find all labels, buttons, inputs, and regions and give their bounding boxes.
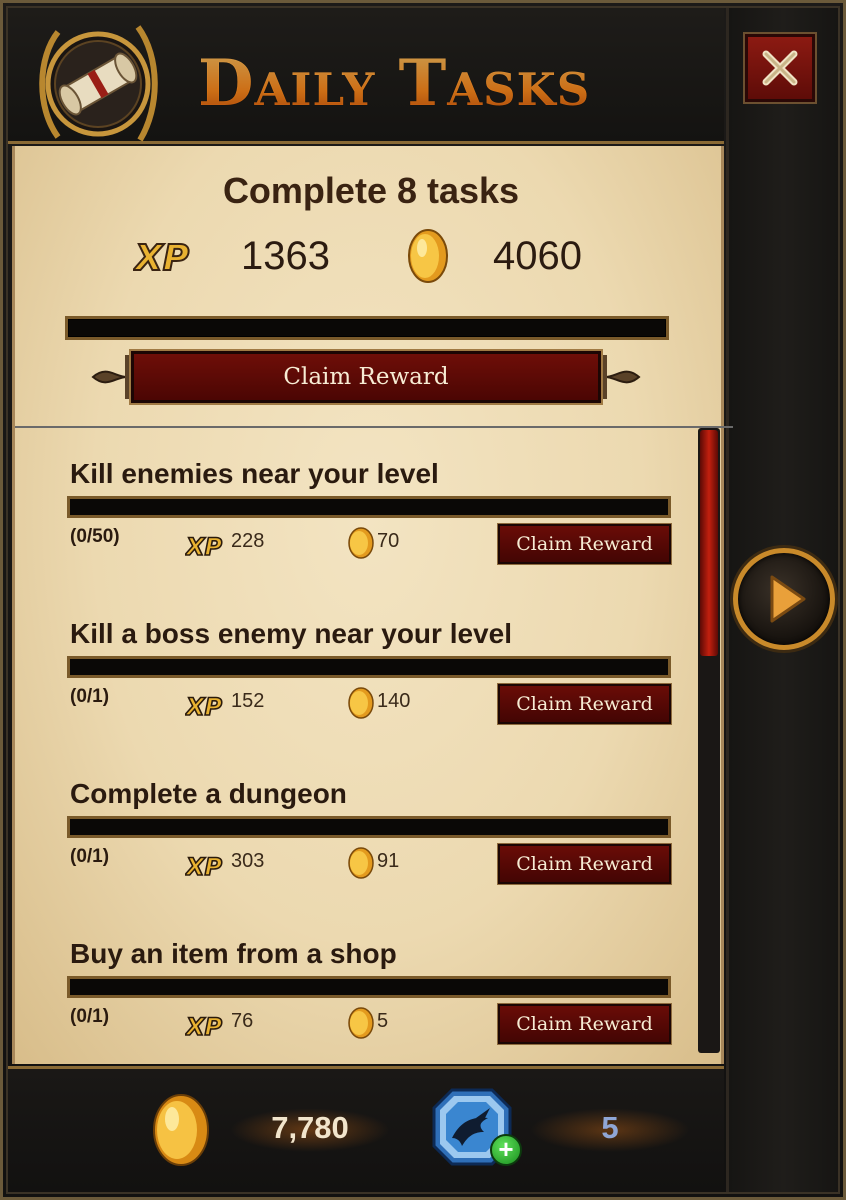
task-claim-reward-button[interactable]: Claim Reward [498, 684, 671, 724]
task-list-scrollbar[interactable] [698, 428, 720, 1053]
page-title: Daily Tasks [198, 46, 591, 121]
close-x-icon [762, 50, 798, 86]
task-xp-value: 152 [231, 690, 265, 712]
xp-icon: XP [185, 1012, 223, 1038]
scroll-emblem-icon [39, 25, 158, 142]
svg-text:XP: XP [185, 693, 223, 718]
task-name: Complete a dungeon [70, 778, 347, 809]
claim-all-reward-button[interactable]: Claim Reward [131, 351, 601, 403]
summary-progress-bar [65, 316, 669, 340]
task-progress-bar [67, 496, 671, 518]
svg-text:XP: XP [185, 853, 223, 878]
tasks-panel: Complete 8 tasks XP 1363 4060 Claim Rewa… [12, 146, 733, 1064]
scrollbar-thumb[interactable] [700, 430, 718, 656]
summary-xp-value: 1363 [241, 234, 330, 278]
task-name: Kill a boss enemy near your level [70, 618, 512, 649]
xp-icon: XP [185, 852, 223, 878]
gem-amount: 5 [601, 1110, 619, 1145]
task-progress-bar [67, 976, 671, 998]
gold-coin-icon [348, 527, 374, 559]
close-button[interactable] [743, 32, 817, 104]
xp-icon: XP [133, 237, 190, 276]
task-xp-value: 303 [231, 850, 265, 872]
task-progress-text: (0/1) [70, 846, 110, 867]
svg-text:XP: XP [185, 533, 223, 558]
xp-icon: XP [185, 692, 223, 718]
svg-text:XP: XP [185, 1013, 223, 1038]
task-progress-bar [67, 656, 671, 678]
gold-coin-icon [348, 847, 374, 879]
task-claim-reward-button[interactable]: Claim Reward [498, 844, 671, 884]
task-progress-text: (0/50) [70, 526, 120, 547]
right-flourish-icon [603, 355, 641, 399]
task-name: Kill enemies near your level [70, 458, 439, 489]
gold-coin-icon [408, 229, 448, 283]
svg-text:XP: XP [133, 238, 189, 276]
task-gold-value: 140 [377, 690, 411, 712]
divider [15, 426, 733, 428]
task-progress-text: (0/1) [70, 1006, 110, 1027]
next-page-button[interactable] [733, 548, 835, 650]
gold-coin-icon [348, 1007, 374, 1039]
task-xp-value: 76 [231, 1010, 254, 1032]
summary-gold-value: 4060 [493, 234, 582, 278]
header: Daily Tasks [8, 8, 724, 144]
task-claim-reward-button[interactable]: Claim Reward [498, 1004, 671, 1044]
gold-coin-icon [153, 1094, 209, 1166]
task-progress-text: (0/1) [70, 686, 110, 707]
summary-title: Complete 8 tasks [222, 170, 520, 211]
gold-amount: 7,780 [271, 1110, 349, 1145]
task-gold-value: 91 [377, 850, 400, 872]
task-gold-value: 5 [377, 1010, 389, 1032]
task-progress-bar [67, 816, 671, 838]
add-gems-button[interactable]: + [490, 1134, 522, 1166]
left-flourish-icon [91, 355, 129, 399]
gold-coin-icon [348, 687, 374, 719]
xp-icon: XP [185, 532, 223, 558]
play-arrow-icon [770, 575, 806, 623]
task-xp-value: 228 [231, 530, 265, 552]
task-name: Buy an item from a shop [70, 938, 397, 969]
task-gold-value: 70 [377, 530, 400, 552]
task-claim-reward-button[interactable]: Claim Reward [498, 524, 671, 564]
